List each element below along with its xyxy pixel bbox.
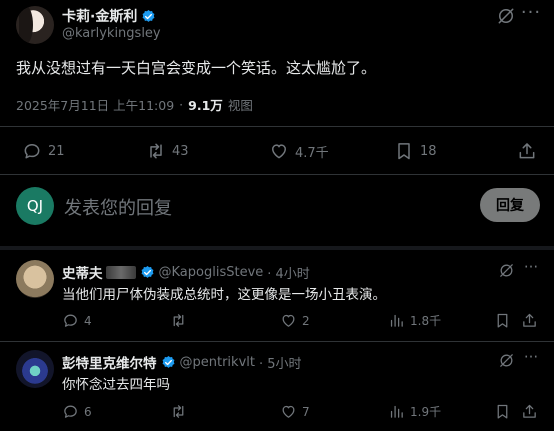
section-separator — [0, 246, 554, 250]
reply-header: 史蒂夫 @KapoglisSteve · 4小时 — [62, 262, 310, 283]
reply-repost-button[interactable] — [170, 403, 187, 420]
views-chart-icon — [390, 314, 403, 327]
reply-views-button[interactable]: 1.8千 — [388, 312, 441, 329]
reply-text: 你怀念过去四年吗 — [62, 377, 170, 393]
bookmark-button[interactable]: 18 — [394, 141, 437, 161]
verified-badge-icon — [141, 265, 153, 278]
reply-text: 当他们用尸体伪装成总统时，这更像是一场小丑表演。 — [62, 287, 386, 303]
like-count: 2 — [302, 313, 310, 328]
divider — [0, 174, 554, 175]
post-meta-row: 2025年7月11日 上午11:09 · 9.1万 视图 — [16, 95, 253, 114]
reply-count: 6 — [84, 404, 92, 419]
like-count: 4.7千 — [295, 145, 329, 161]
reply-like-button[interactable]: 7 — [280, 403, 310, 420]
reply-header: 彭特里克维尔特 @pentrikvlt · 5小时 — [62, 352, 302, 373]
reply-time[interactable]: · 4小时 — [267, 263, 310, 282]
reply-avatar[interactable] — [16, 350, 54, 388]
reply-author-name[interactable]: 史蒂夫 — [62, 262, 103, 282]
repost-button[interactable]: 43 — [146, 141, 189, 161]
post-text: 我从没想过有一天白宫会变成一个笑话。这太尴尬了。 — [16, 59, 377, 77]
repost-icon — [173, 314, 184, 327]
heart-icon — [282, 405, 295, 418]
more-options-icon[interactable]: ··· — [521, 350, 541, 368]
grok-icon[interactable] — [498, 262, 515, 279]
share-icon[interactable] — [521, 403, 538, 420]
heart-icon — [272, 144, 286, 159]
bookmark-icon — [398, 143, 410, 160]
like-count: 7 — [302, 404, 310, 419]
bookmark-count: 18 — [420, 143, 437, 159]
heart-icon — [282, 314, 295, 327]
views-label: 视图 — [227, 98, 253, 113]
author-handle[interactable]: @karlykingsley — [62, 26, 161, 41]
like-button[interactable]: 4.7千 — [269, 141, 329, 161]
more-options-icon[interactable]: ··· — [520, 4, 542, 26]
reply-count: 21 — [48, 143, 65, 159]
author-avatar[interactable] — [16, 6, 54, 44]
compose-avatar[interactable]: QJ — [16, 187, 54, 225]
reply-button[interactable]: 21 — [22, 141, 65, 161]
divider — [0, 126, 554, 127]
meta-separator: · — [179, 97, 184, 112]
reply-icon — [64, 314, 77, 327]
share-icon[interactable] — [517, 141, 537, 161]
repost-icon — [150, 143, 162, 159]
author-name[interactable]: 卡莉·金斯利 — [62, 6, 137, 26]
verified-badge-icon — [142, 9, 155, 22]
views-chart-icon — [390, 405, 403, 418]
views-count: 1.8千 — [410, 314, 442, 328]
reply-time[interactable]: · 5小时 — [259, 353, 302, 372]
verified-badge-icon — [162, 355, 174, 368]
views-count: 9.1万 — [188, 98, 223, 113]
reply-icon — [64, 405, 77, 418]
repost-icon — [173, 405, 184, 418]
author-name-row: 卡莉·金斯利 — [62, 6, 156, 26]
share-icon[interactable] — [521, 312, 538, 329]
bookmark-icon[interactable] — [494, 312, 511, 329]
repost-count: 43 — [172, 143, 189, 159]
reply-author-handle[interactable]: @KapoglisSteve — [159, 265, 264, 280]
reply-icon — [24, 144, 40, 159]
reply-like-button[interactable]: 2 — [280, 312, 310, 329]
reply-author-handle[interactable]: @pentrikvlt — [180, 355, 255, 370]
compose-reply-input[interactable]: 发表您的回复 — [64, 194, 172, 220]
compose-reply-button[interactable]: 回复 — [480, 188, 540, 222]
reply-views-button[interactable]: 1.9千 — [388, 403, 441, 420]
post-timestamp[interactable]: 2025年7月11日 上午11:09 — [16, 95, 174, 114]
reply-reply-button[interactable]: 6 — [62, 403, 92, 420]
reply-count: 4 — [84, 313, 92, 328]
redacted-name — [105, 265, 136, 279]
reply-repost-button[interactable] — [170, 312, 187, 329]
views-count: 1.9千 — [410, 405, 442, 419]
reply-avatar[interactable] — [16, 260, 54, 298]
more-options-icon[interactable]: ··· — [521, 260, 541, 278]
bookmark-icon[interactable] — [494, 403, 511, 420]
divider — [0, 341, 554, 342]
grok-icon[interactable] — [498, 352, 515, 369]
reply-reply-button[interactable]: 4 — [62, 312, 92, 329]
compose-avatar-initials: QJ — [26, 197, 44, 215]
grok-icon[interactable] — [496, 6, 516, 26]
reply-author-name[interactable]: 彭特里克维尔特 — [62, 352, 157, 372]
